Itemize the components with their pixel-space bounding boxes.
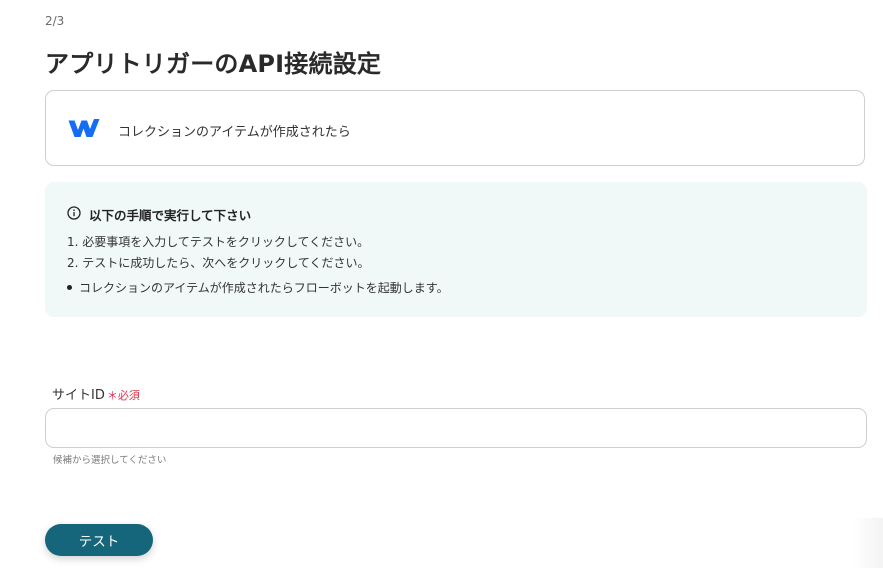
page-title: アプリトリガーのAPI接続設定 [45, 50, 382, 78]
step-indicator: 2/3 [45, 14, 65, 28]
test-button[interactable]: テスト [45, 524, 153, 556]
instructions-box: 以下の手順で実行して下さい 1. 必要事項を入力してテストをクリックしてください… [45, 182, 867, 317]
site-id-input[interactable] [45, 408, 867, 448]
site-id-label-text: サイトID [52, 388, 105, 403]
webflow-logo-icon [68, 119, 100, 137]
scroll-shadow [853, 518, 883, 568]
site-id-hint: 候補から選択してください [53, 455, 167, 466]
required-marker: ＊必須 [106, 389, 140, 402]
bullet-icon [67, 285, 72, 290]
instruction-bullet-text: コレクションのアイテムが作成されたらフローボットを起動します。 [79, 281, 449, 295]
instructions-heading: 以下の手順で実行して下さい [89, 208, 252, 223]
trigger-event-label: コレクションのアイテムが作成されたら [118, 125, 351, 140]
instruction-step-2: 2. テストに成功したら、次へをクリックしてください。 [67, 256, 370, 270]
trigger-app-card: コレクションのアイテムが作成されたら [45, 90, 865, 166]
instruction-step-1: 1. 必要事項を入力してテストをクリックしてください。 [67, 235, 370, 249]
page: 2/3 アプリトリガーのAPI接続設定 コレクションのアイテムが作成されたら 以… [0, 0, 883, 568]
site-id-label: サイトID ＊必須 [52, 384, 140, 403]
info-circle-icon [67, 206, 81, 220]
instruction-bullet: コレクションのアイテムが作成されたらフローボットを起動します。 [67, 279, 449, 296]
